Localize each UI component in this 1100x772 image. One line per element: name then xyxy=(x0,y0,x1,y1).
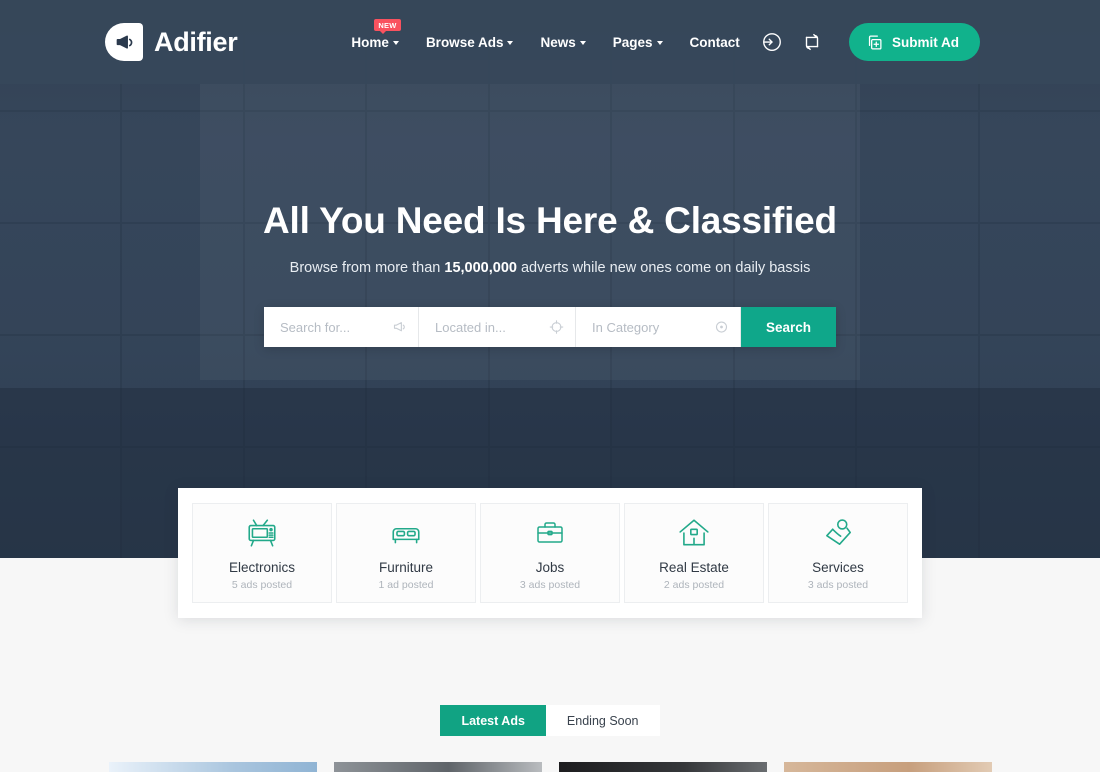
brand-name: Adifier xyxy=(154,26,238,57)
new-badge: NEW xyxy=(374,18,401,34)
search-input[interactable] xyxy=(264,307,418,347)
category-card-electronics[interactable]: Electronics 5 ads posted xyxy=(192,503,332,603)
search-location-field[interactable] xyxy=(419,307,576,347)
compare-arrows-icon[interactable] xyxy=(801,31,823,53)
nav-item-browse-ads[interactable]: Browse Ads xyxy=(426,35,514,50)
category-name: Electronics xyxy=(228,560,296,575)
submit-ad-label: Submit Ad xyxy=(892,34,959,50)
hero-subtitle-count: 15,000,000 xyxy=(444,260,517,276)
search-button[interactable]: Search xyxy=(741,307,836,347)
megaphone-icon xyxy=(105,23,143,61)
nav-item-pages[interactable]: Pages xyxy=(613,35,663,50)
nav-label-browse-ads: Browse Ads xyxy=(425,34,504,50)
category-name: Services xyxy=(812,560,864,575)
brand-logo[interactable]: Adifier xyxy=(105,23,238,61)
categories-panel: Electronics 5 ads posted Furniture 1 ad … xyxy=(178,488,922,618)
hero-subtitle-prefix: Browse from more than xyxy=(289,260,445,276)
nav-item-home[interactable]: NEW Home xyxy=(351,18,401,50)
ad-card[interactable] xyxy=(558,762,767,772)
hero-subtitle: Browse from more than 15,000,000 adverts… xyxy=(0,260,1100,276)
location-input[interactable] xyxy=(419,307,575,347)
nav-label-contact: Contact xyxy=(689,34,740,50)
category-input[interactable] xyxy=(576,307,740,347)
search-category-field[interactable] xyxy=(576,307,741,347)
main-navigation: NEW Home Browse Ads News Pages Contact xyxy=(351,18,740,50)
house-icon xyxy=(677,515,711,551)
tab-ending-soon[interactable]: Ending Soon xyxy=(545,705,660,736)
hero-search-bar: Search xyxy=(264,307,836,347)
nav-label-news: News xyxy=(540,34,576,50)
ad-card[interactable] xyxy=(333,762,542,772)
bed-icon xyxy=(389,515,423,551)
category-card-real-estate[interactable]: Real Estate 2 ads posted xyxy=(624,503,764,603)
chevron-down-icon xyxy=(656,41,663,45)
listing-tabs: Latest Ads Ending Soon xyxy=(0,705,1100,736)
ad-card[interactable] xyxy=(783,762,992,772)
category-count: 1 ad posted xyxy=(378,579,434,591)
category-name: Furniture xyxy=(378,560,434,575)
tv-icon xyxy=(245,515,279,551)
briefcase-icon xyxy=(534,515,566,551)
submit-ad-button[interactable]: Submit Ad xyxy=(849,23,980,61)
hero-title: All You Need Is Here & Classified xyxy=(263,200,837,241)
hero-subtitle-suffix: adverts while new ones come on daily bas… xyxy=(516,260,811,276)
ad-card[interactable] xyxy=(108,762,317,772)
category-name: Jobs xyxy=(535,560,565,575)
category-card-furniture[interactable]: Furniture 1 ad posted xyxy=(336,503,476,603)
category-count: 5 ads posted xyxy=(231,579,293,591)
chevron-down-icon xyxy=(507,41,514,45)
handshake-icon xyxy=(821,515,855,551)
sign-in-icon[interactable] xyxy=(761,31,783,53)
nav-item-news[interactable]: News xyxy=(540,34,586,50)
category-count: 2 ads posted xyxy=(663,579,725,591)
tab-latest-ads[interactable]: Latest Ads xyxy=(440,705,546,736)
header-actions: Submit Ad xyxy=(761,23,980,61)
site-header: Adifier NEW Home Browse Ads News Pages C… xyxy=(0,0,1100,84)
chevron-down-icon xyxy=(579,41,586,45)
nav-label-pages: Pages xyxy=(612,34,653,50)
category-card-services[interactable]: Services 3 ads posted xyxy=(768,503,908,603)
ad-listing-row xyxy=(0,762,1100,772)
duplicate-plus-icon xyxy=(866,34,883,51)
search-keyword-field[interactable] xyxy=(264,307,419,347)
category-count: 3 ads posted xyxy=(519,579,581,591)
category-card-jobs[interactable]: Jobs 3 ads posted xyxy=(480,503,620,603)
category-count: 3 ads posted xyxy=(807,579,869,591)
chevron-down-icon xyxy=(392,41,399,45)
nav-label-home: Home xyxy=(351,34,389,50)
category-name: Real Estate xyxy=(659,560,729,575)
nav-item-contact[interactable]: Contact xyxy=(690,35,740,50)
